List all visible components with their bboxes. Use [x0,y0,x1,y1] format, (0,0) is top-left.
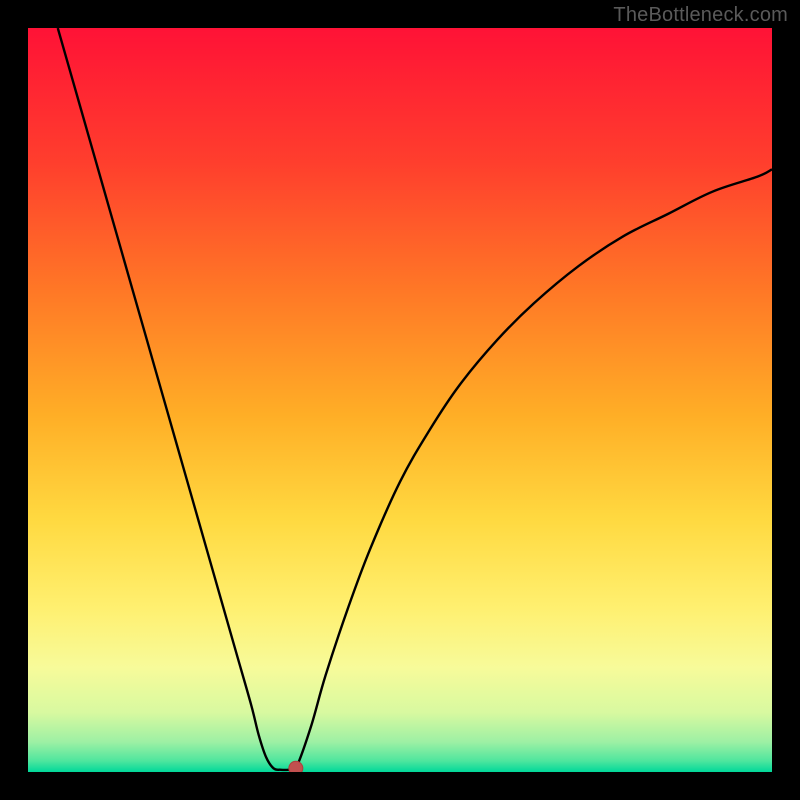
plot-area [28,28,772,772]
chart-frame: TheBottleneck.com [0,0,800,800]
plot-svg [28,28,772,772]
gradient-background [28,28,772,772]
optimum-marker [289,761,303,772]
watermark-text: TheBottleneck.com [613,4,788,27]
